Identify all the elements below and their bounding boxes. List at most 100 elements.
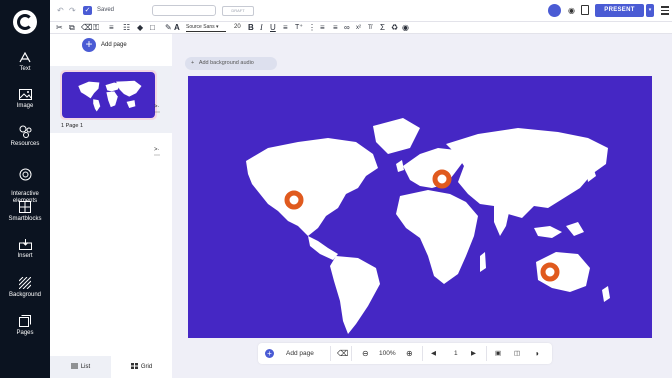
- present-button[interactable]: PRESENT: [595, 4, 644, 17]
- strike-icon[interactable]: ≡: [333, 23, 338, 33]
- zoom-in-icon[interactable]: ⊕: [406, 343, 413, 364]
- plus-icon: +: [191, 60, 195, 66]
- page-thumbnail[interactable]: [60, 70, 157, 120]
- sidebar-item-interactive-elements[interactable]: Interactive elements: [0, 161, 50, 205]
- slide-canvas[interactable]: [188, 76, 652, 338]
- pages-icon: [19, 315, 31, 327]
- sidebar-item-label: Resources: [10, 141, 40, 147]
- previous-page-icon[interactable]: ◀: [431, 343, 436, 364]
- text-size-icon[interactable]: T⁺: [295, 23, 303, 33]
- superscript-icon[interactable]: x²: [356, 23, 361, 33]
- font-family-select[interactable]: Source Sans ▾: [186, 23, 226, 32]
- background-icon: [19, 277, 31, 289]
- sidebar-item-label: Insert: [17, 253, 33, 259]
- sidebar-item-image[interactable]: Image: [0, 89, 50, 110]
- page-list-item[interactable]: >· ⋯ 1 Page 1: [50, 66, 172, 133]
- page-number[interactable]: 1: [454, 343, 458, 364]
- smartblocks-icon: [19, 201, 31, 213]
- fill-color-icon[interactable]: ◆: [137, 23, 143, 33]
- numbered-list-icon[interactable]: ≡: [320, 23, 325, 33]
- trash-icon[interactable]: ⌫: [337, 343, 348, 364]
- interactive-icon: [19, 168, 31, 181]
- bold-icon[interactable]: B: [248, 23, 254, 33]
- underline-icon[interactable]: U: [270, 23, 276, 33]
- view-tabs: List Grid: [50, 356, 172, 378]
- theme-icon[interactable]: ◗: [535, 343, 540, 364]
- link-icon[interactable]: ∞: [344, 23, 350, 33]
- present-label: PRESENT: [604, 7, 635, 13]
- tab-grid[interactable]: Grid: [111, 356, 172, 378]
- redo-icon[interactable]: ↷: [69, 6, 76, 15]
- tab-grid-label: Grid: [140, 364, 153, 370]
- page-options-icon[interactable]: >· ⋯: [154, 147, 160, 159]
- insert-icon: [18, 239, 32, 250]
- title-input[interactable]: [152, 5, 216, 16]
- add-page-plus-icon[interactable]: +: [265, 349, 274, 358]
- sidebar-item-text[interactable]: Text: [0, 52, 50, 73]
- plus-icon: +: [82, 38, 96, 52]
- italic-icon[interactable]: I: [260, 23, 263, 33]
- brush-icon[interactable]: ♻: [391, 23, 398, 33]
- sidebar-item-label: Text: [19, 66, 31, 72]
- audio-label: Add background audio: [198, 60, 254, 66]
- grid-icon: [130, 363, 138, 369]
- hamburger-menu-icon[interactable]: [661, 6, 669, 15]
- font-size-field[interactable]: 20: [234, 24, 241, 30]
- sidebar-item-label: Smartblocks: [8, 216, 42, 222]
- document-icon[interactable]: [581, 5, 589, 15]
- align-left-icon[interactable]: ≡: [283, 23, 288, 33]
- page-panel: + Add page >· ⋯ 1 Page 1 >· ⋯ List Grid: [50, 34, 172, 378]
- delete-icon[interactable]: ⌫: [81, 23, 92, 33]
- sidebar-item-pages[interactable]: Pages: [0, 315, 50, 337]
- tab-list-label: List: [80, 364, 91, 370]
- sidebar-item-smartblocks[interactable]: Smartblocks: [0, 201, 50, 223]
- world-map-image: [246, 118, 610, 334]
- thumbnail-map-image: [78, 80, 142, 112]
- present-dropdown-icon[interactable]: ▾: [646, 4, 654, 17]
- sigma-icon[interactable]: Σ: [380, 23, 385, 33]
- lock-icon[interactable]: ⚿: [93, 23, 99, 33]
- tab-list[interactable]: List: [50, 356, 111, 378]
- text-color-icon[interactable]: A: [174, 23, 180, 33]
- format-toolbar: ✂ ⧉ ⌫ ⚿ ≡ ☷ ◆ □ ✎ A Source Sans ▾ 20 B I…: [50, 22, 672, 34]
- next-page-icon[interactable]: ▶: [471, 343, 476, 364]
- add-page-label: Add page: [101, 42, 127, 48]
- avatar[interactable]: [548, 4, 561, 17]
- sidebar-item-label: Pages: [16, 330, 34, 336]
- fit-screen-icon[interactable]: ▣: [495, 343, 501, 364]
- page-options-icon[interactable]: >· ⋯: [154, 104, 160, 116]
- cut-icon[interactable]: ✂: [56, 23, 63, 33]
- preview-eye-icon[interactable]: ◉: [568, 6, 575, 15]
- zoom-level: 100%: [379, 350, 396, 357]
- list-icon: [70, 363, 78, 369]
- bullet-list-icon[interactable]: ⋮: [308, 23, 316, 33]
- sidebar-item-label: Image: [16, 103, 34, 109]
- image-icon: [18, 89, 32, 100]
- zoom-out-icon[interactable]: ⊖: [362, 343, 369, 364]
- continents: [246, 118, 610, 334]
- pen-icon[interactable]: ✎: [165, 23, 172, 33]
- saved-status: Saved: [97, 7, 115, 13]
- add-page-button[interactable]: + Add page: [82, 38, 162, 53]
- undo-icon[interactable]: ↶: [57, 6, 64, 15]
- page-label: 1 Page 1: [61, 123, 84, 129]
- more-tools-icon[interactable]: ◉: [402, 23, 409, 33]
- sidebar-item-resources[interactable]: Resources: [0, 125, 50, 148]
- layers-icon[interactable]: ≡: [109, 23, 114, 33]
- resources-icon: [19, 125, 31, 138]
- bottom-toolbar: + Add page ⌫ ⊖ 100% ⊕ ◀ 1 ▶ ▣ ◫ ◗: [258, 343, 552, 364]
- draft-badge[interactable]: DRAFT: [222, 6, 254, 16]
- copy-icon[interactable]: ⧉: [69, 23, 75, 33]
- clear-format-icon[interactable]: T̸: [368, 23, 372, 33]
- top-toolbar: ↶ ↷ ✓ Saved DRAFT ◉ PRESENT ▾: [50, 0, 672, 22]
- add-background-audio-button[interactable]: + Add background audio: [185, 57, 277, 70]
- align-icon[interactable]: ☷: [123, 23, 130, 33]
- text-icon: [19, 52, 31, 63]
- app-root: Text Image Resources Interactive element…: [0, 0, 672, 378]
- bottom-add-page-button[interactable]: Add page: [286, 343, 314, 364]
- border-icon[interactable]: □: [150, 23, 155, 33]
- sidebar-item-background[interactable]: Background: [0, 277, 50, 299]
- split-view-icon[interactable]: ◫: [514, 343, 520, 364]
- sidebar-item-insert[interactable]: Insert: [0, 239, 50, 260]
- app-logo[interactable]: [13, 10, 37, 34]
